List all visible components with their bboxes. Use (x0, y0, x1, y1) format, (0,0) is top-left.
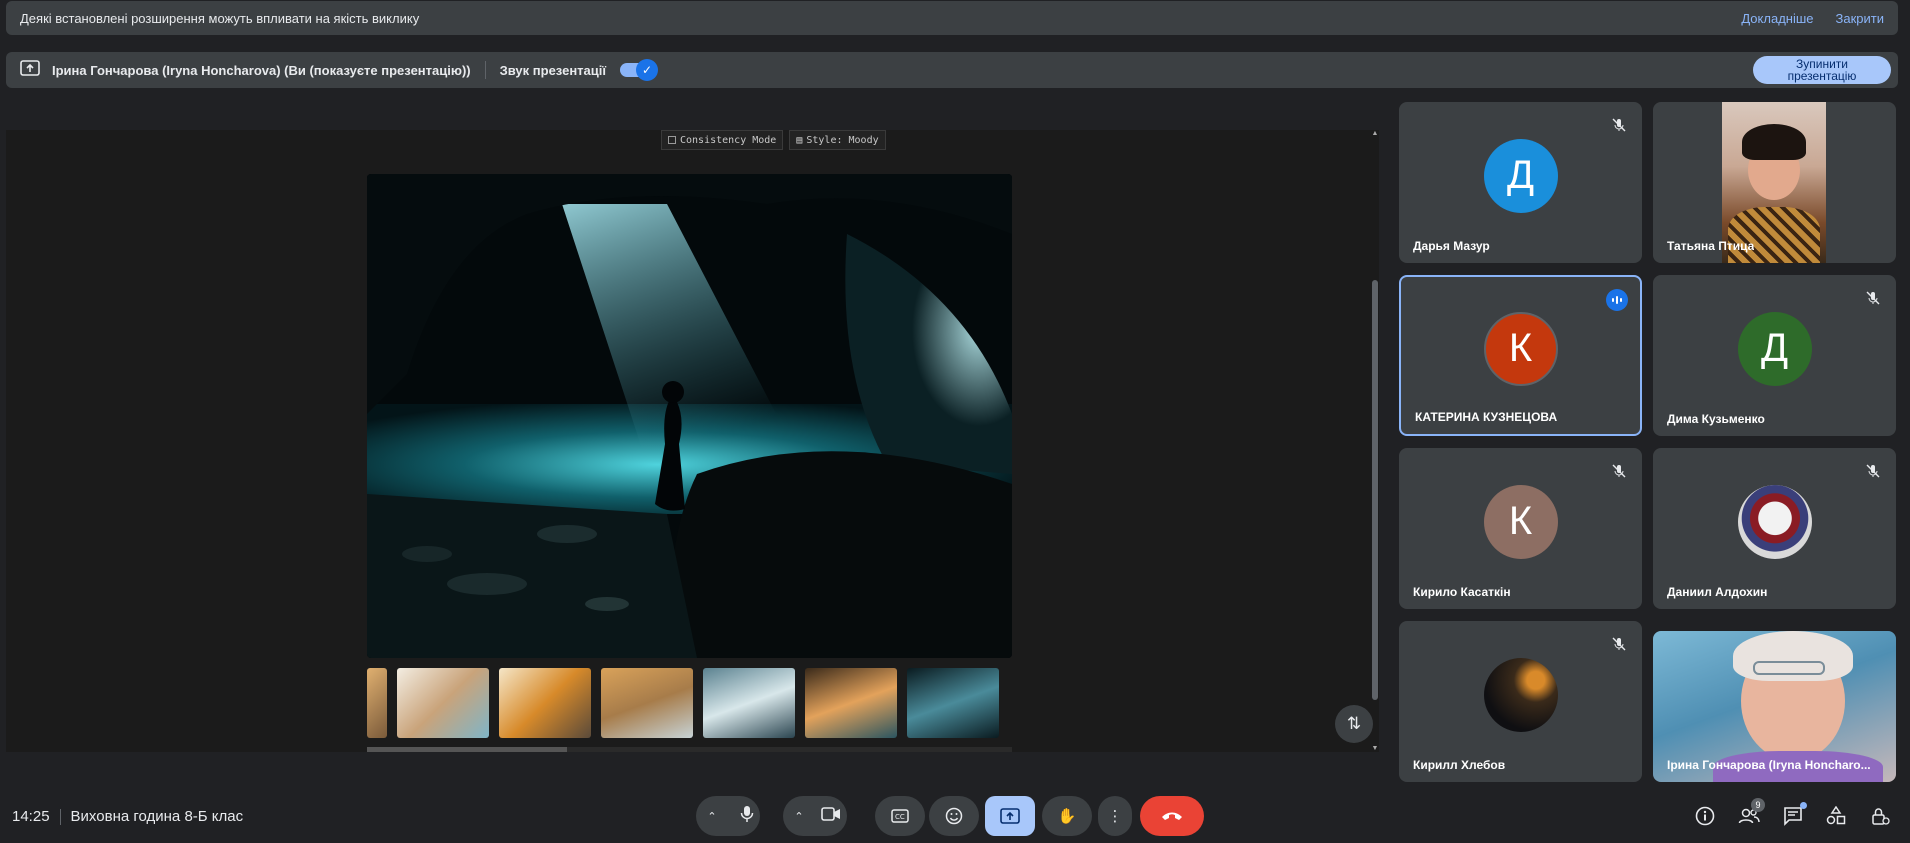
mic-off-icon (1608, 633, 1630, 655)
speaking-indicator-icon (1606, 289, 1628, 311)
raise-hand-button[interactable]: ✋ (1042, 796, 1092, 836)
swap-icon: ⇅ (1346, 714, 1362, 733)
participant-tile[interactable]: Даниил Алдохин (1653, 448, 1896, 609)
swap-layout-button[interactable]: ⇅ (1335, 705, 1373, 743)
style-selector[interactable]: ▤ Style: Moody (789, 130, 886, 150)
participant-name: Кирило Касаткін (1413, 585, 1511, 599)
avatar: К (1483, 311, 1558, 386)
thumbnail-strip (367, 668, 1012, 738)
thumbnail[interactable] (703, 668, 795, 738)
raise-hand-icon: ✋ (1057, 808, 1077, 825)
call-controls-bar: 14:25 Виховна година 8-Б клас ⌃ ⌃ CC ✋ ⋮ … (0, 790, 1910, 843)
presentation-audio-label: Звук презентації (499, 62, 607, 78)
avatar: К (1483, 484, 1558, 559)
activities-button[interactable] (1824, 804, 1848, 828)
participant-name: Дарья Мазур (1413, 239, 1490, 253)
thumbnail[interactable] (601, 668, 693, 738)
people-button[interactable]: 9 (1737, 798, 1765, 828)
avatar: Д (1737, 311, 1812, 386)
participant-name: Даниил Алдохин (1667, 585, 1768, 599)
participant-name: Татьяна Птица (1667, 239, 1755, 253)
people-count-badge: 9 (1751, 798, 1765, 812)
thumbnail[interactable] (907, 668, 999, 738)
participant-tile[interactable]: К Кирило Касаткін (1399, 448, 1642, 609)
consistency-mode-checkbox[interactable]: Consistency Mode (661, 130, 784, 150)
meeting-title: Виховна година 8-Б клас (70, 808, 244, 825)
mic-off-icon (1608, 114, 1630, 136)
banner-message: Деякі встановлені розширення можуть впли… (20, 10, 420, 26)
audio-controls: ⌃ (696, 796, 760, 836)
divider (59, 809, 61, 826)
close-banner-button[interactable]: Закрити (1836, 11, 1884, 26)
captions-button[interactable]: CC (875, 796, 925, 836)
end-call-button[interactable] (1140, 796, 1204, 836)
video-options-button[interactable]: ⌃ (789, 810, 809, 823)
thumbnail[interactable] (499, 668, 591, 738)
horizontal-scrollbar[interactable] (367, 747, 1012, 752)
meeting-details-button[interactable] (1693, 804, 1717, 828)
learn-more-link[interactable]: Докладніше (1741, 11, 1813, 26)
participant-name: КАТЕРИНА КУЗНЕЦОВА (1415, 410, 1558, 424)
thumbnail[interactable] (367, 668, 387, 738)
audio-options-button[interactable]: ⌃ (702, 810, 722, 823)
extensions-warning-banner: Деякі встановлені розширення можуть впли… (6, 1, 1898, 35)
stop-presenting-button[interactable]: Зупинити презентацію (1753, 56, 1891, 84)
participant-tile[interactable]: Татьяна Птица (1653, 102, 1896, 263)
mic-off-icon (1862, 460, 1884, 482)
scroll-down-icon[interactable]: ▼ (1371, 745, 1379, 752)
chat-unread-dot (1800, 802, 1807, 809)
participant-name: Кирилл Хлебов (1413, 758, 1506, 772)
participant-tile[interactable]: Д Дима Кузьменко (1653, 275, 1896, 436)
slide-toolbar: Consistency Mode ▤ Style: Moody (661, 130, 886, 150)
mic-off-icon (1608, 460, 1630, 482)
cave-girl-image (367, 174, 1012, 658)
style-label: Style: Moody (806, 134, 879, 146)
check-icon: ✓ (636, 59, 659, 81)
participant-name: Дима Кузьменко (1667, 412, 1765, 426)
avatar-image (1483, 657, 1558, 732)
video-controls: ⌃ (783, 796, 847, 836)
participant-tile[interactable]: Ірина Гончарова (Iryna Honcharo... (1653, 631, 1896, 782)
emoji-button[interactable] (929, 796, 979, 836)
presenter-label: Ірина Гончарова (Iryna Honcharova) (Ви (… (52, 62, 471, 78)
scroll-up-icon[interactable]: ▲ (1371, 130, 1379, 137)
present-button[interactable] (985, 796, 1035, 836)
shared-screen: Consistency Mode ▤ Style: Moody ▲ ▼ (6, 130, 1379, 752)
avatar: Д (1483, 138, 1558, 213)
participant-tile[interactable]: Кирилл Хлебов (1399, 621, 1642, 782)
divider (484, 61, 486, 79)
thumbnail[interactable] (397, 668, 489, 738)
more-vert-icon: ⋮ (1107, 808, 1123, 825)
participant-tile[interactable]: Д Дарья Мазур (1399, 102, 1642, 263)
present-screen-icon (20, 59, 40, 81)
more-options-button[interactable]: ⋮ (1098, 796, 1132, 836)
camera-button[interactable] (821, 807, 841, 825)
mic-off-icon (1862, 287, 1884, 309)
checkbox-icon (668, 136, 676, 144)
chat-button[interactable] (1781, 802, 1807, 828)
palette-icon: ▤ (796, 134, 803, 146)
svg-text:CC: CC (895, 813, 905, 821)
meeting-info: 14:25 Виховна година 8-Б клас (12, 808, 244, 826)
thumbnail[interactable] (805, 668, 897, 738)
presenting-bar: Ірина Гончарова (Iryna Honcharova) (Ви (… (6, 52, 1898, 88)
avatar-image (1737, 484, 1812, 559)
clock-time: 14:25 (12, 808, 50, 825)
mic-button[interactable] (740, 805, 754, 827)
presentation-audio-toggle[interactable]: ✓ (620, 59, 659, 81)
participant-tile[interactable]: К КАТЕРИНА КУЗНЕЦОВА (1399, 275, 1642, 436)
consistency-mode-label: Consistency Mode (680, 134, 777, 146)
participant-name: Ірина Гончарова (Iryna Honcharo... (1667, 758, 1871, 772)
vertical-scrollbar[interactable]: ▲ ▼ (1371, 130, 1379, 752)
host-controls-button[interactable] (1868, 804, 1892, 828)
